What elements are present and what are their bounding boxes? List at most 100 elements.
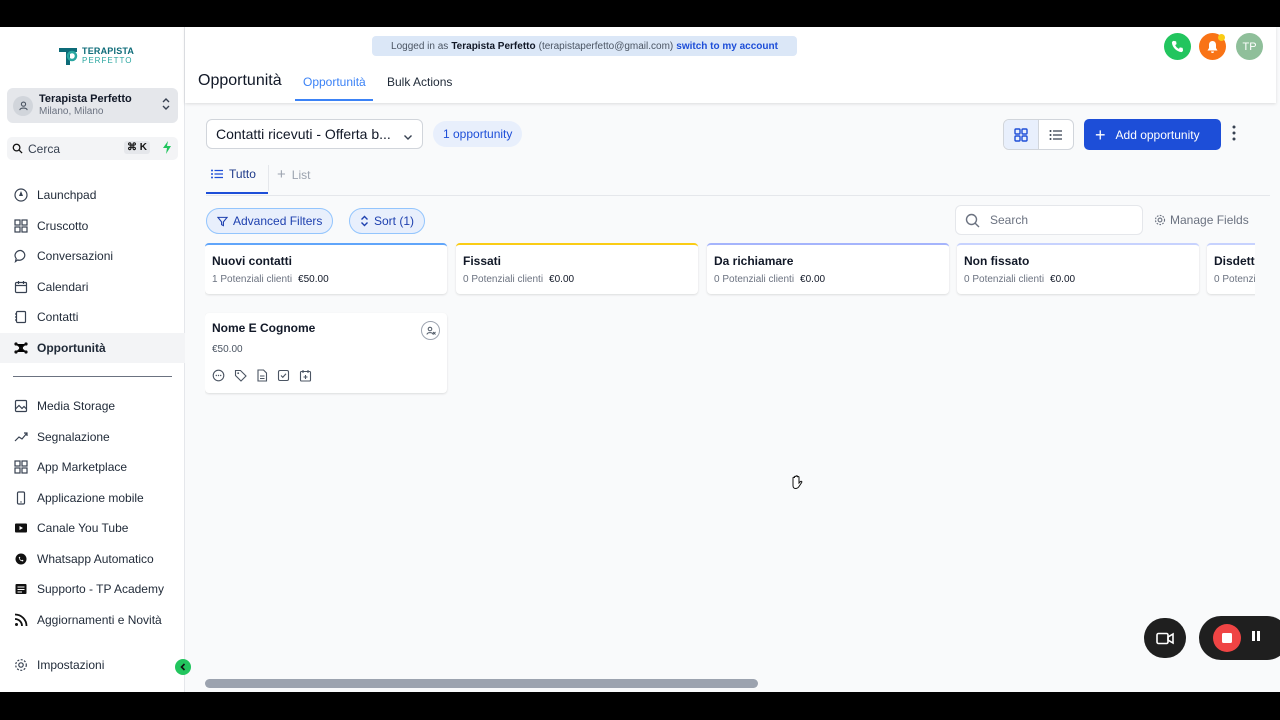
account-switcher[interactable]: Terapista Perfetto Milano, Milano xyxy=(7,88,178,123)
grid-view-icon xyxy=(1014,127,1028,142)
stage-column-header[interactable]: Fissati 0 Potenziali clienti €0.00 xyxy=(456,243,698,294)
sort-button[interactable]: Sort (1) xyxy=(349,208,426,234)
opportunity-value: €50.00 xyxy=(212,344,243,355)
tab-opportunita[interactable]: Opportunità xyxy=(303,75,366,89)
sort-icon xyxy=(361,215,368,227)
task-icon[interactable] xyxy=(277,369,290,387)
filter-icon xyxy=(217,216,228,227)
more-options-icon[interactable] xyxy=(1232,125,1236,146)
views-divider xyxy=(206,195,1270,196)
sidebar-item-opportunita[interactable]: Opportunità xyxy=(0,333,185,363)
sidebar-item-segnalazione[interactable]: Segnalazione xyxy=(0,422,185,452)
stage-column-header[interactable]: Non fissato 0 Potenziali clienti €0.00 xyxy=(957,243,1199,294)
chat-icon[interactable] xyxy=(212,369,225,387)
sidebar-item-media-storage[interactable]: Media Storage xyxy=(0,391,185,421)
sidebar-item-conversazioni[interactable]: Conversazioni xyxy=(0,241,185,271)
opportunity-name: Nome E Cognome xyxy=(212,321,316,335)
manage-fields-button[interactable]: Manage Fields xyxy=(1154,213,1249,227)
stage-name: Da richiamare xyxy=(714,254,794,268)
image-icon xyxy=(13,398,29,414)
collapse-sidebar-button[interactable] xyxy=(175,659,191,675)
sidebar-item-launchpad[interactable]: Launchpad xyxy=(0,180,185,210)
pipeline-select[interactable]: Contatti ricevuti - Offerta b... xyxy=(206,119,423,149)
sidebar-search-label: Cerca xyxy=(28,141,61,156)
video-camera-icon xyxy=(1156,632,1174,644)
pause-recording-button[interactable] xyxy=(1251,629,1261,647)
stop-recording-button[interactable] xyxy=(1213,624,1241,652)
stage-value: €0.00 xyxy=(800,274,826,285)
trend-icon xyxy=(13,429,29,445)
recording-controls xyxy=(1199,616,1280,660)
search-icon xyxy=(965,213,980,227)
stage-column-header[interactable]: Da richiamare 0 Potenziali clienti €0.00 xyxy=(707,243,949,294)
board-view-button[interactable] xyxy=(1004,120,1039,149)
logo-line2: PERFETTO xyxy=(82,56,133,65)
camera-toggle-button[interactable] xyxy=(1144,618,1186,658)
stage-leads: 0 Potenziali clienti xyxy=(714,274,795,285)
notifications-button[interactable] xyxy=(1199,33,1226,60)
shortcut-badge: ⌘ K xyxy=(124,141,150,154)
view-tab-tutto[interactable]: Tutto xyxy=(211,167,256,181)
sidebar-item-impostazioni[interactable]: Impostazioni xyxy=(0,650,185,680)
plus-icon: + xyxy=(277,166,286,183)
sidebar-item-contatti[interactable]: Contatti xyxy=(0,302,185,332)
manage-fields-label: Manage Fields xyxy=(1170,213,1249,227)
sidebar-item-applicazione-mobile[interactable]: Applicazione mobile xyxy=(0,483,185,513)
advanced-filters-button[interactable]: Advanced Filters xyxy=(206,208,334,234)
sidebar-item-label: Whatsapp Automatico xyxy=(37,552,154,566)
sidebar-search[interactable]: Cerca ⌘ K xyxy=(7,137,178,160)
stage-value: €0.00 xyxy=(549,274,575,285)
pipeline-select-value: Contatti ricevuti - Offerta b... xyxy=(216,126,391,142)
sidebar-item-supporto[interactable]: Supporto - TP Academy xyxy=(0,574,185,604)
dashboard-icon xyxy=(13,218,29,234)
assign-user-icon[interactable] xyxy=(421,321,440,340)
rss-icon xyxy=(13,612,29,628)
opportunity-count-badge: 1 opportunity xyxy=(433,121,523,147)
opportunities-icon xyxy=(13,340,29,356)
support-icon xyxy=(13,581,29,597)
list-view-button[interactable] xyxy=(1039,120,1074,149)
sidebar-item-label: Supporto - TP Academy xyxy=(37,582,164,596)
stage-column-header[interactable]: Disdetti 0 Potenziali clienti xyxy=(1207,243,1255,294)
tag-icon[interactable] xyxy=(234,369,247,387)
sidebar-item-app-marketplace[interactable]: App Marketplace xyxy=(0,452,185,482)
add-list-view-button[interactable]: + List xyxy=(277,167,310,182)
appointment-icon[interactable] xyxy=(299,369,312,387)
phone-call-button[interactable] xyxy=(1164,33,1191,60)
sidebar-item-cruscotto[interactable]: Cruscotto xyxy=(0,211,185,241)
sidebar-item-label: Media Storage xyxy=(37,399,116,413)
rocket-icon xyxy=(13,187,29,203)
active-view-indicator xyxy=(206,192,268,194)
sidebar: TERAPISTA PERFETTO Terapista Perfetto Mi… xyxy=(0,27,185,692)
add-opportunity-button[interactable]: + Add opportunity xyxy=(1084,119,1221,150)
search-placeholder: Search xyxy=(990,213,1029,227)
brand-logo[interactable]: TERAPISTA PERFETTO xyxy=(57,45,134,67)
bell-icon xyxy=(1207,40,1218,53)
sidebar-item-label: Canale You Tube xyxy=(37,521,129,535)
sidebar-item-aggiornamenti[interactable]: Aggiornamenti e Novità xyxy=(0,605,185,635)
sidebar-item-calendari[interactable]: Calendari xyxy=(0,272,185,302)
stage-leads: 0 Potenziali clienti xyxy=(463,274,544,285)
board-search-input[interactable]: Search xyxy=(955,205,1143,235)
bolt-icon[interactable] xyxy=(162,141,172,157)
banner-user: Terapista Perfetto xyxy=(451,40,536,52)
chat-icon xyxy=(13,248,29,264)
user-avatar[interactable]: TP xyxy=(1236,33,1263,60)
tab-bulk-actions[interactable]: Bulk Actions xyxy=(387,75,452,89)
opportunity-card[interactable]: Nome E Cognome €50.00 xyxy=(205,313,447,393)
horizontal-scrollbar[interactable] xyxy=(205,679,758,688)
switch-account-link[interactable]: switch to my account xyxy=(676,41,778,52)
stage-name: Non fissato xyxy=(964,254,1030,268)
phone-icon xyxy=(13,490,29,506)
stage-value: €0.00 xyxy=(1050,274,1076,285)
stage-column-header[interactable]: Nuovi contatti 1 Potenziali clienti €50.0… xyxy=(205,243,447,294)
banner-prefix: Logged in as xyxy=(391,40,449,52)
account-name: Terapista Perfetto xyxy=(39,93,132,105)
sidebar-item-label: Impostazioni xyxy=(37,658,105,672)
note-icon[interactable] xyxy=(256,369,268,387)
sidebar-item-canale-youtube[interactable]: Canale You Tube xyxy=(0,513,185,543)
sidebar-item-whatsapp[interactable]: Whatsapp Automatico xyxy=(0,544,185,574)
sidebar-divider xyxy=(13,376,172,377)
sidebar-item-label: Calendari xyxy=(37,280,89,294)
sidebar-item-label: Applicazione mobile xyxy=(37,491,144,505)
